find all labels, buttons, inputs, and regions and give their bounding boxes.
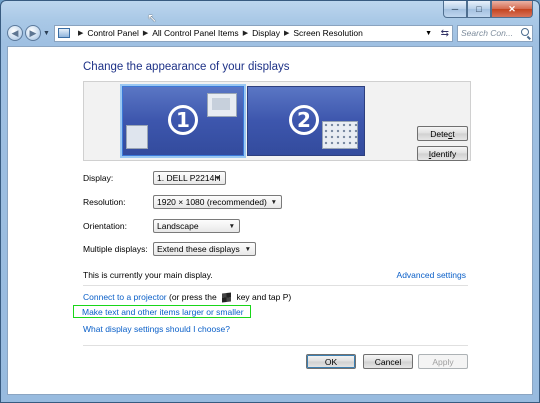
detect-label-pre: Dete [430, 128, 449, 139]
breadcrumb-screen-resolution[interactable]: Screen Resolution [293, 28, 362, 38]
multiple-displays-select-value: Extend these displays [157, 244, 240, 254]
resolution-select-value: 1920 × 1080 (recommended) [157, 197, 267, 207]
ok-button[interactable]: OK [306, 354, 356, 369]
detect-label-post: t [452, 128, 455, 139]
monitor-2-preview[interactable]: 2 [247, 86, 365, 156]
identify-label-post: dentify [431, 148, 457, 159]
multiple-displays-label: Multiple displays: [83, 244, 148, 254]
orientation-select[interactable]: Landscape ▼ [153, 219, 240, 233]
orientation-row: Orientation: Landscape ▼ [83, 219, 240, 233]
navigation-bar: ◀ ▶ ▼ ▶ Control Panel ▶ All Control Pane… [7, 23, 533, 43]
address-dropdown-icon[interactable]: ▼ [425, 30, 432, 37]
resolution-label: Resolution: [83, 197, 126, 207]
breadcrumb-separator-icon[interactable]: ▶ [143, 29, 148, 37]
projector-hint-a: (or press the [166, 292, 220, 302]
identify-button[interactable]: Identify [417, 146, 468, 161]
chevron-down-icon: ▼ [244, 246, 251, 253]
display-preview: 1 2 Dete c t Identify [83, 81, 471, 161]
display-settings-help-link[interactable]: What display settings should I choose? [83, 324, 230, 334]
breadcrumb-separator-icon[interactable]: ▶ [284, 29, 289, 37]
cancel-button[interactable]: Cancel [363, 354, 413, 369]
display-label: Display: [83, 173, 114, 183]
search-icon[interactable] [521, 27, 529, 36]
orientation-select-value: Landscape [157, 221, 199, 231]
search-box[interactable]: Search Con... [457, 24, 533, 42]
window-frame: ─ □ ✕ ↖ ◀ ▶ ▼ ▶ Control Panel ▶ All Cont… [0, 0, 540, 403]
breadcrumb-control-panel[interactable]: Control Panel [87, 28, 139, 38]
breadcrumb: ▶ Control Panel ▶ All Control Panel Item… [74, 28, 363, 38]
window-thumbnail-icon [207, 93, 237, 117]
text-size-link-highlight: Make text and other items larger or smal… [73, 305, 251, 318]
orientation-label: Orientation: [83, 221, 127, 231]
breadcrumb-separator-icon[interactable]: ▶ [243, 29, 248, 37]
windows-key-icon [222, 292, 232, 302]
resolution-row: Resolution: 1920 × 1080 (recommended) ▼ [83, 195, 282, 209]
refresh-icon[interactable]: ⇆ [441, 28, 449, 39]
monitor-1-preview[interactable]: 1 [120, 84, 246, 158]
caption-buttons: ─ □ ✕ [443, 1, 533, 19]
projector-hint-b: key and tap P) [234, 292, 292, 302]
monitor-number-2: 2 [289, 105, 319, 135]
advanced-settings-link[interactable]: Advanced settings [397, 270, 466, 280]
divider [83, 285, 468, 286]
page-title: Change the appearance of your displays [83, 61, 290, 73]
address-bar[interactable]: ▶ Control Panel ▶ All Control Panel Item… [53, 24, 453, 42]
back-button[interactable]: ◀ [7, 25, 23, 41]
search-placeholder: Search Con... [461, 28, 513, 38]
projector-line: Connect to a projector (or press the key… [83, 292, 291, 302]
display-select[interactable]: 1. DELL P2214H ▼ [153, 171, 226, 185]
text-size-link[interactable]: Make text and other items larger or smal… [82, 307, 244, 317]
content-pane: Change the appearance of your displays 1… [7, 46, 533, 395]
maximize-button[interactable]: □ [467, 1, 491, 18]
connect-projector-link[interactable]: Connect to a projector [83, 292, 167, 302]
forward-button[interactable]: ▶ [25, 25, 41, 41]
control-panel-icon [57, 28, 70, 38]
recent-pages-dropdown-icon[interactable]: ▼ [43, 30, 50, 37]
close-button[interactable]: ✕ [491, 1, 533, 18]
multiple-displays-select[interactable]: Extend these displays ▼ [153, 242, 256, 256]
monitor-number-1: 1 [168, 105, 198, 135]
breadcrumb-all-items[interactable]: All Control Panel Items [152, 28, 238, 38]
apply-button[interactable]: Apply [418, 354, 468, 369]
chevron-down-icon: ▼ [270, 199, 277, 206]
main-display-note: This is currently your main display. [83, 270, 213, 280]
breadcrumb-separator-icon[interactable]: ▶ [78, 29, 83, 37]
breadcrumb-display[interactable]: Display [252, 28, 280, 38]
minimize-button[interactable]: ─ [443, 1, 467, 18]
calculator-thumbnail-icon [322, 121, 358, 149]
detect-button[interactable]: Dete c t [417, 126, 468, 141]
resolution-select[interactable]: 1920 × 1080 (recommended) ▼ [153, 195, 282, 209]
display-row: Display: 1. DELL P2214H ▼ [83, 171, 226, 185]
multiple-displays-row: Multiple displays: Extend these displays… [83, 242, 256, 256]
chevron-down-icon: ▼ [228, 223, 235, 230]
display-select-value: 1. DELL P2214H [157, 173, 221, 183]
chevron-down-icon: ▼ [214, 175, 221, 182]
taskbar-thumbnail-icon [126, 125, 148, 149]
divider [83, 345, 468, 346]
